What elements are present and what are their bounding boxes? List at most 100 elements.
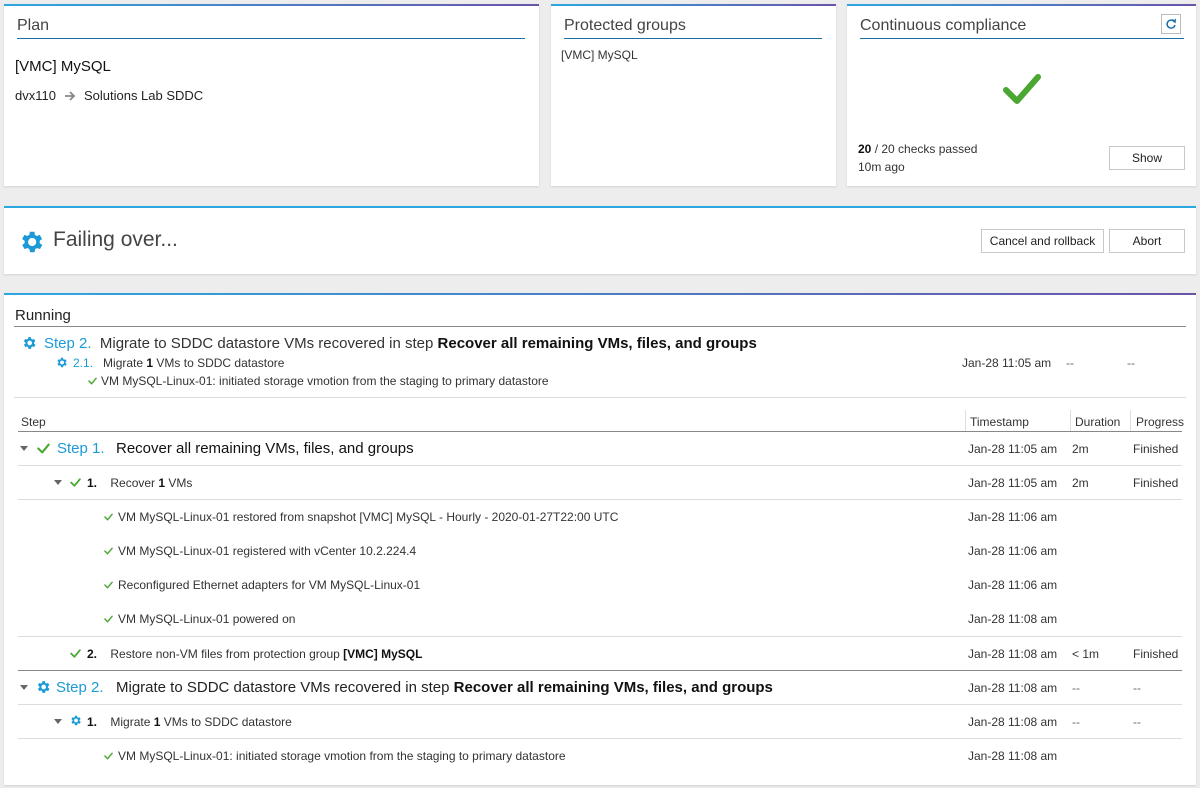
substep-timestamp: Jan-28 11:08 am [968,647,1058,661]
protected-groups-card: Protected groups [VMC] MySQL [551,4,836,186]
event-timestamp: Jan-28 11:08 am [968,749,1058,763]
protected-groups-title: Protected groups [564,17,822,39]
divider [14,397,1186,398]
substep-label: 2. Restore non-VM files from protection … [87,647,423,661]
gear-icon [17,228,45,259]
table-row-step-1[interactable]: Step 1. Recover all remaining VMs, files… [18,432,1182,465]
show-checks-button[interactable]: Show [1109,146,1185,170]
card-accent-bar [847,4,1196,6]
refresh-icon [1166,18,1177,29]
compliance-title: Continuous compliance [860,17,1184,39]
compliance-checks-summary: 20 / 20 checks passed [858,142,977,156]
step-duration: -- [1072,681,1080,695]
substep-label: 1. Recover 1 VMs [87,476,193,490]
running-step-heading: Step 2. Migrate to SDDC datastore VMs re… [44,335,757,352]
step-duration: 2m [1072,442,1089,456]
event-timestamp: Jan-28 11:08 am [968,612,1058,626]
running-detail-text: VM MySQL-Linux-01: initiated storage vmo… [101,374,549,388]
protected-group-item[interactable]: [VMC] MySQL [561,48,638,62]
running-step-number: Step 2. [44,335,92,352]
header-step: Step [21,415,46,429]
table-row-event: VM MySQL-Linux-01: initiated storage vmo… [18,739,1182,773]
event-text: VM MySQL-Linux-01 powered on [118,612,296,626]
check-icon [104,615,113,623]
header-progress: Progress [1136,415,1185,429]
compliance-last-run: 10m ago [858,160,905,174]
substep-progress: -- [1133,715,1141,729]
check-icon [37,443,50,454]
event-timestamp: Jan-28 11:06 am [968,544,1058,558]
substep-progress: Finished [1133,476,1179,490]
check-icon [70,478,81,487]
step-number: Step 1. [57,440,105,457]
running-substep-duration: -- [1066,356,1074,370]
plan-card-title: Plan [17,17,525,39]
collapse-caret-icon[interactable] [54,719,62,724]
card-accent-bar [4,4,539,6]
header-timestamp: Timestamp [970,415,1029,429]
running-step-text: Migrate to SDDC datastore VMs recovered … [99,335,438,352]
failover-status-card: Failing over... Cancel and rollback Abor… [4,206,1196,274]
divider [14,326,1186,327]
table-row-event: Reconfigured Ethernet adapters for VM My… [18,568,1182,602]
compliance-card: Continuous compliance 20 / 20 checks pas… [847,4,1196,186]
event-timestamp: Jan-28 11:06 am [968,510,1058,524]
abort-button[interactable]: Abort [1109,229,1185,253]
step-title: Recover all remaining VMs, files, and gr… [116,440,414,457]
compliance-check-icon [1002,72,1042,109]
gear-icon [71,715,81,726]
header-duration: Duration [1075,415,1121,429]
running-step-ref: Recover all remaining VMs, files, and gr… [437,335,757,352]
running-detail: VM MySQL-Linux-01: initiated storage vmo… [88,374,549,388]
substep-progress: Finished [1133,647,1179,661]
table-row-substep[interactable]: 1. Migrate 1 VMs to SDDC datastore Jan-2… [18,705,1182,738]
card-accent-bar [4,293,1196,295]
plan-card: Plan [VMC] MySQL dvx110 Solutions Lab SD… [4,4,539,186]
event-text: Reconfigured Ethernet adapters for VM My… [118,578,421,592]
check-icon [70,649,81,658]
event-text: VM MySQL-Linux-01 registered with vCente… [118,544,417,558]
refresh-button[interactable] [1161,14,1181,34]
running-title: Running [15,307,71,324]
substep-duration: -- [1072,715,1080,729]
table-row-step-2[interactable]: Step 2. Migrate to SDDC datastore VMs re… [18,671,1182,704]
cancel-and-rollback-button[interactable]: Cancel and rollback [981,229,1104,253]
check-icon [88,377,97,385]
steps-card: Running Step 2. Migrate to SDDC datastor… [4,293,1196,785]
checks-passed-text: / 20 checks passed [871,142,978,156]
table-row-event: VM MySQL-Linux-01 powered on Jan-28 11:0… [18,602,1182,636]
header-divider [1070,410,1071,432]
running-substep-number: 2.1. [73,356,94,370]
step-title: Migrate to SDDC datastore VMs recovered … [116,679,773,696]
step-progress: -- [1133,681,1141,695]
step-timestamp: Jan-28 11:08 am [968,681,1058,695]
plan-source-site: dvx110 [15,88,56,103]
failover-status-title: Failing over... [53,228,178,251]
card-accent-bar [4,206,1196,208]
substep-timestamp: Jan-28 11:08 am [968,715,1058,729]
table-row-substep[interactable]: 2. Restore non-VM files from protection … [18,637,1182,670]
plan-name: [VMC] MySQL [15,58,111,75]
step-progress: Finished [1133,442,1179,456]
table-row-substep[interactable]: 1. Recover 1 VMs Jan-28 11:05 am 2m Fini… [18,466,1182,499]
arrow-right-icon [64,90,76,102]
running-substep: 2.1. Migrate 1 VMs to SDDC datastore [73,356,285,370]
running-step-gear-icon [21,335,37,354]
substep-timestamp: Jan-28 11:05 am [968,476,1058,490]
event-text: VM MySQL-Linux-01: initiated storage vmo… [118,749,566,763]
check-icon [104,547,113,555]
collapse-caret-icon[interactable] [20,446,28,451]
table-row-event: VM MySQL-Linux-01 registered with vCente… [18,534,1182,568]
running-substep-progress: -- [1127,356,1135,370]
running-substep-gear-icon [55,356,68,372]
table-row-event: VM MySQL-Linux-01 restored from snapshot… [18,500,1182,534]
event-text: VM MySQL-Linux-01 restored from snapshot… [118,510,619,524]
collapse-caret-icon[interactable] [54,480,62,485]
header-divider [965,410,966,432]
event-timestamp: Jan-28 11:06 am [968,578,1058,592]
collapse-caret-icon[interactable] [20,685,28,690]
substep-label: 1. Migrate 1 VMs to SDDC datastore [87,715,292,729]
gear-icon [37,681,50,693]
card-accent-bar [551,4,836,6]
substep-duration: < 1m [1072,647,1100,661]
